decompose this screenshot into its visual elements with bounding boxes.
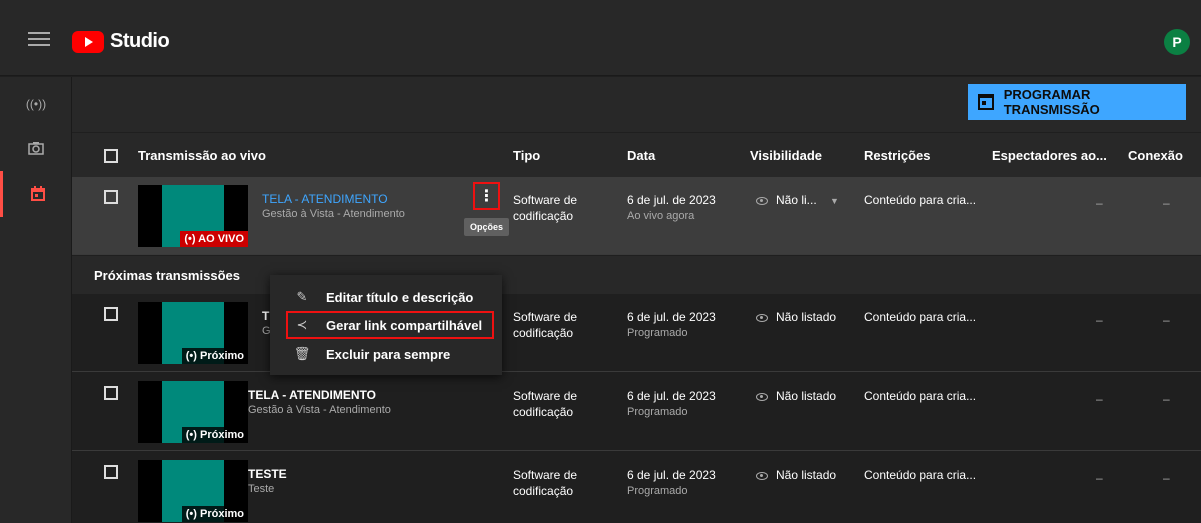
avatar[interactable]: P: [1164, 29, 1190, 55]
options-tooltip: Opções: [464, 218, 510, 236]
type-cell: Software de codificação: [513, 389, 578, 419]
column-header[interactable]: Restrições: [864, 148, 930, 163]
video-title[interactable]: TESTE: [248, 467, 287, 481]
upcoming-badge: (•) Próximo: [181, 427, 248, 443]
visibility-cell[interactable]: Não listado: [756, 309, 836, 325]
type-cell: Software de codificação: [513, 310, 578, 340]
calendar-icon: [978, 94, 994, 110]
menu-icon[interactable]: [28, 32, 50, 48]
row-checkbox[interactable]: [104, 307, 118, 321]
options-menu: ✎ Editar título e descrição ≺ Gerar link…: [270, 275, 502, 375]
menu-item-edit[interactable]: ✎ Editar título e descrição: [270, 283, 502, 311]
menu-item-delete[interactable]: 🗑 Excluir para sempre: [270, 340, 502, 368]
video-description: Teste: [248, 483, 275, 495]
options-button[interactable]: ⋮: [473, 182, 500, 210]
viewers-cell: –: [1096, 392, 1103, 406]
video-thumbnail[interactable]: (•) Próximo: [138, 460, 248, 522]
section-title: Próximas transmissões: [94, 268, 240, 283]
live-badge: (•) AO VIVO: [180, 231, 248, 247]
viewers-cell: –: [1096, 313, 1103, 327]
chevron-down-icon: ▼: [830, 196, 839, 206]
eye-icon: [756, 392, 768, 401]
toolbar: PROGRAMAR TRANSMISSÃO: [72, 77, 1201, 132]
video-description: Gestão à Vista - Atendimento: [262, 208, 405, 220]
top-bar: Studio P: [0, 0, 1201, 76]
column-header[interactable]: Conexão: [1128, 148, 1183, 163]
video-thumbnail[interactable]: (•) Próximo: [138, 381, 248, 443]
restrictions-cell: Conteúdo para cria...: [864, 468, 977, 482]
upcoming-badge: (•) Próximo: [181, 348, 248, 364]
select-all-checkbox[interactable]: [104, 149, 118, 163]
row-checkbox[interactable]: [104, 190, 118, 204]
upcoming-section-header: Próximas transmissões: [72, 256, 1201, 294]
upcoming-badge: (•) Próximo: [181, 506, 248, 522]
studio-logo[interactable]: Studio: [72, 30, 170, 53]
date-cell: 6 de jul. de 2023 Programado: [627, 310, 716, 339]
trash-icon: 🗑: [293, 346, 311, 361]
video-title[interactable]: TELA - ATENDIMENTO: [262, 192, 388, 206]
pencil-icon: ✎: [296, 289, 308, 304]
row-checkbox[interactable]: [104, 465, 118, 479]
visibility-cell[interactable]: Não listado: [756, 467, 836, 483]
eye-icon: [756, 313, 768, 322]
type-cell: Software de codificação: [513, 468, 578, 498]
sidebar: ((•)): [0, 77, 72, 523]
eye-icon: [756, 196, 768, 205]
table-row[interactable]: (•) Próximo TI Ge Software decodificação…: [72, 294, 1201, 372]
visibility-cell[interactable]: Não listado: [756, 388, 836, 404]
connection-cell: –: [1163, 471, 1170, 485]
row-checkbox[interactable]: [104, 386, 118, 400]
restrictions-cell: Conteúdo para cria...: [864, 310, 977, 324]
camera-icon[interactable]: [0, 125, 72, 171]
video-thumbnail[interactable]: (•) Próximo: [138, 302, 248, 364]
viewers-cell: –: [1096, 471, 1103, 485]
table-row[interactable]: (•) Próximo TESTE Teste Software de codif…: [72, 452, 1201, 523]
live-icon[interactable]: ((•)): [0, 81, 72, 127]
date-cell: 6 de jul. de 2023 Programado: [627, 389, 716, 418]
column-header[interactable]: Data: [627, 148, 655, 163]
connection-cell: –: [1163, 392, 1170, 406]
column-header[interactable]: Visibilidade: [750, 148, 822, 163]
viewers-cell: –: [1096, 196, 1103, 210]
schedule-stream-button[interactable]: PROGRAMAR TRANSMISSÃO: [968, 84, 1186, 120]
connection-cell: –: [1163, 196, 1170, 210]
type-cell: Software de codificação: [513, 193, 578, 223]
video-description: Gestão à Vista - Atendimento: [248, 404, 391, 416]
table-header: Transmissão ao vivo Tipo Data Visibilida…: [72, 133, 1201, 177]
visibility-dropdown[interactable]: Não li... ▼: [756, 192, 839, 209]
column-header[interactable]: Tipo: [513, 148, 540, 163]
table-row[interactable]: (•) AO VIVO TELA - ATENDIMENTO Gestão à …: [72, 177, 1201, 255]
column-header[interactable]: Transmissão ao vivo: [138, 148, 266, 163]
schedule-button-label: PROGRAMAR TRANSMISSÃO: [1003, 87, 1100, 117]
table-row[interactable]: (•) Próximo TELA - ATENDIMENTO Gestão à …: [72, 373, 1201, 451]
app-name: Studio: [110, 30, 170, 52]
connection-cell: –: [1163, 313, 1170, 327]
column-header[interactable]: Espectadores ao...: [992, 148, 1107, 163]
date-cell: 6 de jul. de 2023 Programado: [627, 468, 716, 497]
eye-icon: [756, 471, 768, 480]
date-cell: 6 de jul. de 2023 Ao vivo agora: [627, 193, 716, 222]
calendar-icon[interactable]: [0, 171, 72, 217]
restrictions-cell: Conteúdo para cria...: [864, 193, 977, 207]
youtube-play-icon: [72, 30, 104, 53]
restrictions-cell: Conteúdo para cria...: [864, 389, 977, 403]
menu-item-share-link[interactable]: ≺ Gerar link compartilhável: [286, 311, 494, 339]
video-thumbnail[interactable]: (•) AO VIVO: [138, 185, 248, 247]
share-icon: ≺: [296, 317, 308, 332]
video-title[interactable]: TELA - ATENDIMENTO: [248, 388, 376, 402]
